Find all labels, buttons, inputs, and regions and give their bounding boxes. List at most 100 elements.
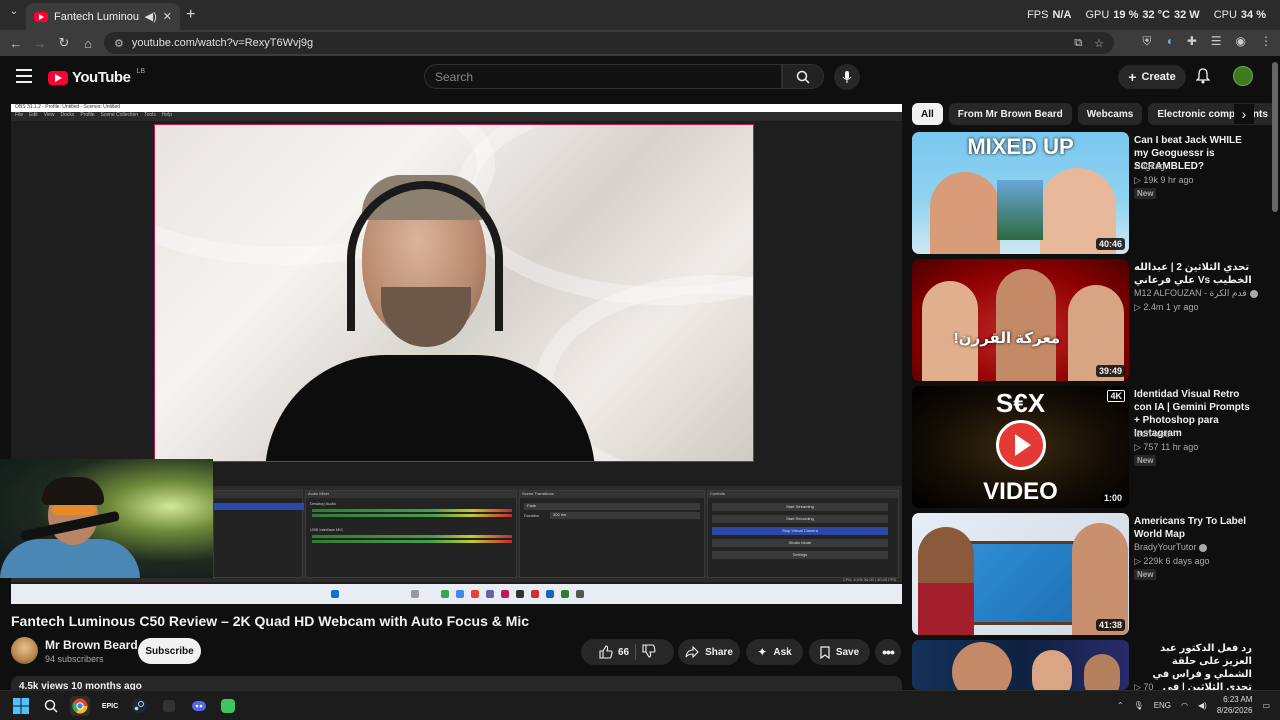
search-input[interactable]: Search: [424, 64, 782, 89]
sparkle-icon: ✦: [757, 645, 768, 659]
search-button[interactable]: [782, 64, 824, 89]
notifications-icon[interactable]: ▭: [1262, 701, 1270, 710]
recommendation-title[interactable]: تحدي الثلاثين 2 | عبدالله الخطيب Vs علي …: [1134, 261, 1252, 287]
obs-menu-item: Docks: [60, 112, 75, 118]
views-icon: ▷: [1134, 682, 1144, 690]
channel-avatar[interactable]: [11, 637, 38, 664]
obs-window-title: OBS 31.1.2 - Profile: Untitled - Scenes:…: [11, 104, 902, 112]
fps-label: FPS: [1027, 9, 1049, 21]
reload-icon[interactable]: ↻: [52, 31, 76, 55]
voice-search-button[interactable]: [834, 64, 860, 90]
video-thumbnail[interactable]: S€X VIDEO 4K 1:00: [912, 386, 1129, 508]
reading-list-icon[interactable]: ☰: [1211, 34, 1222, 49]
create-button[interactable]: + Create: [1118, 65, 1186, 89]
back-icon[interactable]: ←: [4, 31, 28, 55]
video-thumbnail[interactable]: معركة القررن! 39:49: [912, 259, 1129, 381]
recommendation-item[interactable]: S€X VIDEO 4K 1:00 Identidad Visual Retro…: [912, 386, 1270, 508]
thumbnail-text: معركة القررن!: [953, 330, 1061, 347]
like-button[interactable]: 66: [599, 645, 629, 659]
notifications-button[interactable]: [1195, 68, 1211, 89]
chevron-up-icon[interactable]: ⌃: [1117, 701, 1124, 710]
save-button[interactable]: Save: [809, 639, 870, 665]
chip-webcams[interactable]: Webcams: [1077, 103, 1143, 125]
recommendation-channel[interactable]: M12 ALFOUZAN - قدم الكرة: [1134, 288, 1258, 299]
browser-menu-icon[interactable]: ⋮: [1260, 34, 1272, 49]
wifi-icon[interactable]: ◠: [1181, 701, 1188, 710]
puzzle-extension-icon[interactable]: ✚: [1187, 34, 1197, 49]
recommendation-item[interactable]: 41:38 Americans Try To Label World Map B…: [912, 513, 1270, 635]
url-text: youtube.com/watch?v=RexyT6Wvj9g: [131, 37, 314, 49]
channel-name[interactable]: Mr Brown Beard: [45, 638, 138, 652]
save-label: Save: [835, 646, 860, 658]
shield-extension-icon[interactable]: ⛨: [1142, 34, 1151, 49]
menu-icon[interactable]: [16, 69, 32, 87]
account-avatar[interactable]: [1233, 66, 1253, 86]
desktop-audio-meter: [312, 509, 512, 512]
app-icon[interactable]: [218, 696, 238, 716]
video-thumbnail[interactable]: MIXED UP 40:46: [912, 132, 1129, 254]
thumbnail-text-bottom: VIDEO: [983, 478, 1058, 505]
recommendation-meta: ▷ 19k 9 hr ago: [1134, 175, 1193, 186]
language-indicator[interactable]: ENG: [1154, 701, 1171, 710]
recommendation-channel[interactable]: BradyYourTutor: [1134, 542, 1208, 552]
create-label: Create: [1141, 71, 1176, 83]
dislike-button[interactable]: [642, 643, 656, 661]
desktop-audio-meter: [312, 514, 512, 517]
quality-badge: 4K: [1107, 390, 1125, 402]
clock[interactable]: 6:23 AM 8/26/2026: [1217, 694, 1253, 716]
chip-from-channel[interactable]: From Mr Brown Beard: [948, 103, 1072, 125]
profile-icon[interactable]: ◉: [1236, 34, 1246, 49]
recommendation-title[interactable]: Americans Try To Label World Map: [1134, 515, 1252, 541]
audio-icon[interactable]: ◀): [145, 10, 157, 23]
home-icon[interactable]: ⌂: [76, 31, 100, 55]
youtube-favicon-icon: [34, 11, 48, 22]
discord-icon[interactable]: [189, 696, 209, 716]
video-title: Fantech Luminous C50 Review – 2K Quad HD…: [11, 613, 530, 629]
audio-mixer-title: Audio Mixer: [306, 491, 516, 498]
recommendation-channel[interactable]: zi8gzag: [1134, 161, 1165, 171]
address-bar[interactable]: ⚙ youtube.com/watch?v=RexyT6Wvj9g ⧉ ☆: [104, 32, 1114, 54]
chip-electronic-components[interactable]: Electronic components: [1148, 103, 1277, 125]
close-tab-icon[interactable]: ✕: [163, 10, 172, 23]
forward-icon[interactable]: →: [28, 31, 52, 55]
steam-icon[interactable]: [129, 696, 149, 716]
video-thumbnail[interactable]: 41:38: [912, 513, 1129, 635]
recommendation-item[interactable]: معركة القررن! 39:49 تحدي الثلاثين 2 | عب…: [912, 259, 1270, 381]
tab-list-button[interactable]: ⌄: [6, 6, 22, 24]
new-tab-button[interactable]: +: [186, 6, 195, 24]
recommendation-item[interactable]: رد فعل الدكتور عبد العزيز على حلقة الشمل…: [912, 640, 1270, 690]
start-streaming-button: Start Streaming: [712, 503, 888, 511]
chevron-right-icon[interactable]: ›: [1234, 104, 1254, 124]
obs-menu-item: Profile: [80, 112, 95, 118]
video-duration: 39:49: [1095, 365, 1125, 377]
volume-icon[interactable]: ◀): [1198, 701, 1207, 710]
ask-button[interactable]: ✦ Ask: [746, 639, 803, 665]
recommendation-channel[interactable]: tech web: [1134, 429, 1170, 439]
share-button[interactable]: Share: [678, 639, 740, 665]
cast-icon[interactable]: ⧉: [1074, 37, 1082, 50]
youtube-logo[interactable]: YouTube LB: [48, 68, 145, 86]
recommendation-item[interactable]: MIXED UP 40:46 Can I beat Jack WHILE my …: [912, 132, 1270, 254]
browser-tab[interactable]: Fantech Luminous C50 Revi ◀) ✕: [26, 3, 180, 30]
verified-icon: [1199, 543, 1208, 552]
chrome-icon[interactable]: [70, 696, 90, 716]
subscribe-button[interactable]: Subscribe: [138, 638, 201, 664]
bookmark-star-icon[interactable]: ☆: [1094, 37, 1104, 50]
site-info-icon[interactable]: ⚙: [114, 37, 124, 50]
views-icon: ▷: [1134, 442, 1144, 452]
recommendation-meta-text: 229k 6 days ago: [1143, 556, 1210, 566]
obs-controls-dock: Controls Start Streaming Start Recording…: [707, 490, 899, 578]
page-scrollbar[interactable]: [1272, 62, 1278, 212]
epic-games-icon[interactable]: EPIC: [100, 696, 120, 716]
microphone-icon[interactable]: 🎙: [1134, 701, 1144, 710]
windows-start-icon[interactable]: [11, 696, 31, 716]
system-tray: ⌃ 🎙 ENG ◠ ◀) 6:23 AM 8/26/2026 ▭: [1117, 694, 1270, 716]
search-icon[interactable]: [41, 696, 61, 716]
mic-meter: [312, 535, 512, 538]
app-icon[interactable]: [159, 696, 179, 716]
chip-all[interactable]: All: [912, 103, 943, 125]
audio-extension-icon[interactable]: ◖: [1165, 34, 1172, 49]
obs-audio-mixer-dock: Audio Mixer Desktop Audio USB Interface …: [305, 490, 517, 578]
video-thumbnail[interactable]: [912, 640, 1129, 690]
more-actions-button[interactable]: •••: [875, 639, 901, 665]
